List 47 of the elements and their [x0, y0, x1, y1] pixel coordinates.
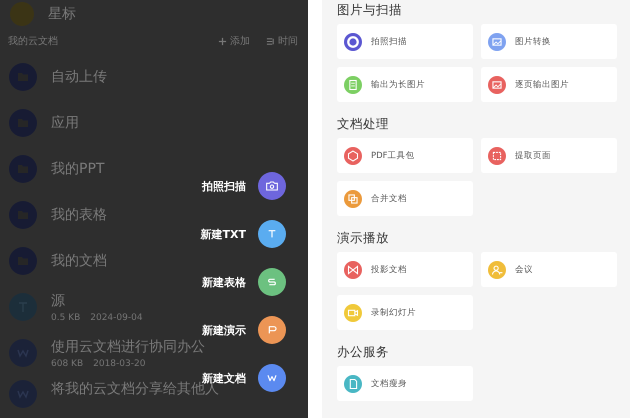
tool-card[interactable]: 文档瘦身 — [337, 366, 473, 401]
file-name: 自动上传 — [51, 68, 107, 86]
section-title: 文档处理 — [337, 114, 390, 132]
tool-card[interactable]: PDF工具包 — [337, 138, 473, 173]
tool-card[interactable]: 输出为长图片 — [337, 67, 473, 102]
create-button[interactable] — [258, 316, 286, 344]
menu-label: 新建文档 — [202, 370, 246, 384]
menu-label: 拍照扫描 — [202, 178, 246, 194]
folder-icon — [9, 155, 37, 183]
file-size: 0.5 KB — [51, 312, 80, 322]
text-file-icon — [9, 293, 37, 321]
file-name: 使用云文档进行协同办公 — [51, 338, 205, 356]
folder-icon — [9, 109, 37, 137]
file-size: 608 KB — [51, 358, 84, 368]
folder-icon — [9, 247, 37, 275]
file-name: 我的文档 — [51, 252, 107, 270]
document-file-icon — [9, 339, 37, 367]
plus-icon — [218, 36, 227, 46]
file-name: 源 — [51, 292, 66, 310]
menu-label: 新建TXT — [200, 226, 246, 242]
sort-icon — [266, 36, 275, 46]
section-title: 办公服务 — [337, 342, 390, 360]
file-date: 2024-09-04 — [90, 312, 143, 322]
menu-label: 新建表格 — [202, 274, 246, 290]
tool-card[interactable]: 会议 — [481, 252, 617, 287]
tool-card[interactable]: 图片转换 — [481, 24, 617, 59]
section-title: 我的云文档 — [8, 34, 58, 48]
tool-card[interactable]: 合并文档 — [337, 181, 473, 216]
create-button[interactable] — [258, 220, 286, 248]
section-title: 演示播放 — [337, 228, 390, 246]
file-name: 我的表格 — [51, 206, 107, 224]
section-title: 图片与扫描 — [337, 0, 403, 18]
document-file-icon — [9, 380, 37, 408]
tool-card[interactable]: 提取页面 — [481, 138, 617, 173]
file-name: 我的PPT — [51, 160, 104, 178]
create-button[interactable] — [258, 268, 286, 296]
tool-card[interactable]: 逐页输出图片 — [481, 67, 617, 102]
folder-icon — [9, 63, 37, 91]
menu-label: 新建演示 — [202, 322, 246, 338]
tool-card[interactable]: 拍照扫描 — [337, 24, 473, 59]
create-button[interactable] — [258, 364, 286, 392]
camera-button[interactable] — [258, 172, 286, 200]
folder-icon — [9, 201, 37, 229]
file-name: 应用 — [51, 114, 79, 132]
tool-card[interactable]: 录制幻灯片 — [337, 295, 473, 330]
tool-card[interactable]: 投影文档 — [337, 252, 473, 287]
file-date: 2018-03-20 — [93, 358, 146, 368]
